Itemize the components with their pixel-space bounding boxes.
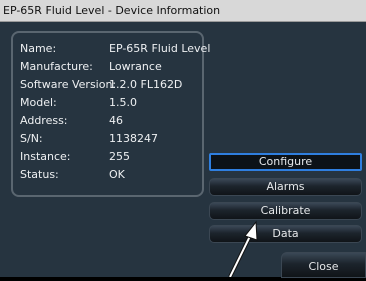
data-button[interactable]: Data bbox=[209, 225, 362, 243]
info-label: S/N: bbox=[20, 132, 43, 145]
info-value: 1.2.0 FL162D bbox=[109, 78, 183, 91]
info-label: Status: bbox=[20, 168, 59, 181]
window-title: EP-65R Fluid Level - Device Information bbox=[0, 0, 366, 22]
device-info-panel: Name: EP-65R Fluid Level Manufacture: Lo… bbox=[11, 31, 210, 197]
configure-button[interactable]: Configure bbox=[209, 153, 362, 171]
device-information-window: EP-65R Fluid Level - Device Information … bbox=[0, 0, 366, 278]
alarms-button[interactable]: Alarms bbox=[209, 178, 362, 196]
info-label: Instance: bbox=[20, 150, 71, 163]
info-value: OK bbox=[109, 168, 125, 181]
info-value: 46 bbox=[109, 114, 123, 127]
info-value: EP-65R Fluid Level bbox=[109, 42, 211, 55]
info-value: 1138247 bbox=[109, 132, 158, 145]
info-label: Manufacture: bbox=[20, 60, 93, 73]
close-button[interactable]: Close bbox=[281, 252, 366, 278]
info-value: Lowrance bbox=[109, 60, 162, 73]
info-label: Software Version: bbox=[20, 78, 117, 91]
info-label: Name: bbox=[20, 42, 57, 55]
calibrate-button[interactable]: Calibrate bbox=[209, 202, 362, 220]
info-label: Address: bbox=[20, 114, 68, 127]
info-label: Model: bbox=[20, 96, 57, 109]
info-value: 1.5.0 bbox=[109, 96, 137, 109]
info-value: 255 bbox=[109, 150, 130, 163]
